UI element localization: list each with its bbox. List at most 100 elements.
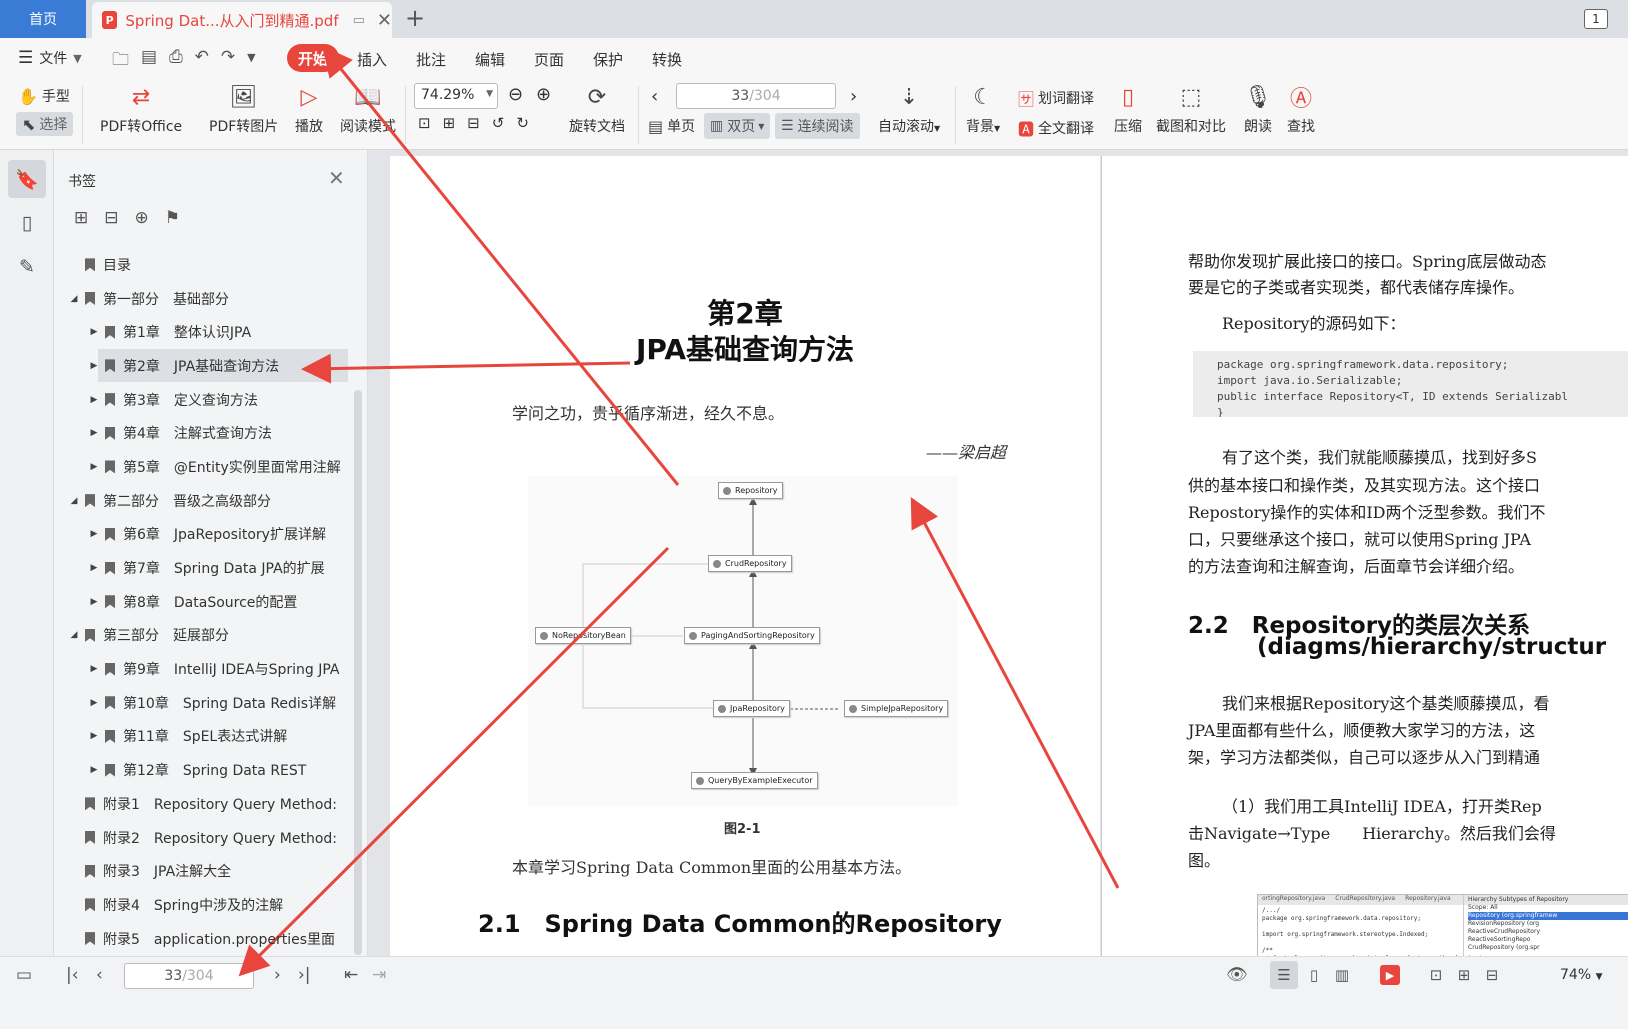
expand-toggle-icon[interactable]: ▶ bbox=[88, 698, 100, 708]
menu-annotate[interactable]: 批注 bbox=[416, 49, 475, 70]
select-tool-button[interactable]: ⬉ 选择 bbox=[16, 112, 74, 136]
rotate-right-icon[interactable]: ↻ bbox=[516, 114, 529, 132]
bookmark-item[interactable]: 附录3 JPA注解大全 bbox=[54, 854, 354, 888]
menu-start[interactable]: 开始 bbox=[287, 44, 339, 72]
last-page-icon[interactable]: ›| bbox=[298, 965, 311, 985]
continuous-view-icon[interactable]: ☰ bbox=[1270, 961, 1298, 989]
menu-page[interactable]: 页面 bbox=[534, 49, 593, 70]
bookmark-item[interactable]: 附录4 Spring中涉及的注解 bbox=[54, 888, 354, 922]
bookmark-item[interactable]: ▶ 第1章 整体认识JPA bbox=[54, 315, 354, 349]
word-translate-button[interactable]: 🈂 划词翻译 bbox=[1018, 86, 1094, 110]
bookmark-panel-icon[interactable]: 🔖 bbox=[8, 160, 46, 198]
bookmark-item[interactable]: ▶ 第11章 SpEL表达式讲解 bbox=[54, 720, 354, 754]
expand-toggle-icon[interactable]: ▶ bbox=[88, 731, 100, 741]
expand-toggle-icon[interactable]: ◢ bbox=[68, 496, 80, 506]
pdf-to-office-button[interactable]: ⇄ PDF转Office bbox=[100, 82, 182, 136]
undo-icon[interactable]: ↶ bbox=[195, 47, 209, 76]
sidebar-toggle-icon[interactable]: ▭ bbox=[16, 965, 32, 985]
bookmark-item[interactable]: ▶ 第6章 JpaRepository扩展详解 bbox=[54, 518, 354, 552]
rotate-document-button[interactable]: ⟳ 旋转文档 bbox=[569, 82, 625, 136]
read-aloud-button[interactable]: 🎙 朗读 bbox=[1243, 82, 1273, 136]
bookmark-item[interactable]: 目录 bbox=[54, 248, 354, 282]
more-dropdown-icon[interactable]: ▼ bbox=[247, 47, 255, 76]
find-button[interactable]: Ⓐ 查找 bbox=[1286, 82, 1316, 136]
tab-document[interactable]: P Spring Dat...从入门到精通.pdf ▭ ✕ bbox=[92, 2, 392, 38]
page-number-input[interactable]: 33/304 bbox=[676, 83, 836, 109]
fit-page-icon[interactable]: ⊞ bbox=[443, 114, 456, 132]
bookmark-item[interactable]: ◢ 第一部分 基础部分 bbox=[54, 282, 354, 316]
bookmark-item[interactable]: ▶ 第12章 Spring Data REST bbox=[54, 753, 354, 787]
continuous-read-button[interactable]: ☰ 连续阅读 bbox=[775, 113, 860, 139]
expand-toggle-icon[interactable]: ▶ bbox=[88, 428, 100, 438]
print-icon[interactable]: ⎙ bbox=[169, 47, 183, 76]
save-icon[interactable]: ▤ bbox=[141, 47, 157, 76]
expand-toggle-icon[interactable]: ▶ bbox=[88, 327, 100, 337]
expand-toggle-icon[interactable]: ▶ bbox=[88, 361, 100, 371]
zoom-select[interactable]: 74.29% ▼ bbox=[414, 83, 498, 109]
pdf-to-image-button[interactable]: 🖼 PDF转图片 bbox=[209, 82, 278, 136]
file-menu[interactable]: ☰ 文件 ▼ bbox=[18, 48, 82, 68]
hand-tool-button[interactable]: ✋ 手型 bbox=[18, 86, 70, 106]
forward-icon[interactable]: ⇥ bbox=[372, 965, 386, 985]
bookmark-item[interactable]: ▶ 第8章 DataSource的配置 bbox=[54, 585, 354, 619]
monitor-icon[interactable]: ▭ bbox=[353, 13, 365, 28]
expand-toggle-icon[interactable]: ◢ bbox=[68, 294, 80, 304]
actual-size-icon[interactable]: ⊡ bbox=[418, 114, 431, 132]
compress-button[interactable]: ▯ 压缩 bbox=[1113, 82, 1143, 136]
status-page-input[interactable]: 33/304 bbox=[124, 963, 254, 989]
play-button[interactable]: ▷ 播放 bbox=[294, 82, 324, 136]
menu-insert[interactable]: 插入 bbox=[357, 49, 416, 70]
single-page-button[interactable]: ▤ 单页 bbox=[648, 116, 695, 136]
close-tab-icon[interactable]: ✕ bbox=[377, 10, 392, 31]
actual-size-icon[interactable]: ⊡ bbox=[1422, 961, 1450, 989]
thumbnail-panel-icon[interactable]: ▯ bbox=[8, 204, 46, 242]
background-button[interactable]: ☾ 背景▼ bbox=[966, 82, 1000, 136]
new-tab-button[interactable]: + bbox=[405, 4, 425, 32]
menu-protect[interactable]: 保护 bbox=[593, 49, 652, 70]
bookmark-item[interactable]: ▶ 第10章 Spring Data Redis详解 bbox=[54, 686, 354, 720]
auto-scroll-button[interactable]: ⇣ 自动滚动▼ bbox=[878, 82, 940, 136]
double-page-button[interactable]: ▥ 双页 ▼ bbox=[704, 113, 771, 139]
expand-toggle-icon[interactable]: ▶ bbox=[88, 395, 100, 405]
bookmark-item[interactable]: ◢ 第三部分 延展部分 bbox=[54, 619, 354, 653]
scrollbar[interactable] bbox=[354, 390, 362, 955]
bookmark-item[interactable]: ▶ 第7章 Spring Data JPA的扩展 bbox=[54, 551, 354, 585]
bookmark-item[interactable]: 附录1 Repository Query Method: bbox=[54, 787, 354, 821]
bookmark-item[interactable]: ▶ 第4章 注解式查询方法 bbox=[54, 416, 354, 450]
bookmark-item[interactable]: ▶ 第5章 @Entity实例里面常用注解 bbox=[54, 450, 354, 484]
expand-toggle-icon[interactable]: ▶ bbox=[88, 765, 100, 775]
close-icon[interactable]: ✕ bbox=[328, 166, 345, 190]
eye-protection-icon[interactable]: 👁 bbox=[1226, 965, 1248, 985]
next-page-icon[interactable]: › bbox=[850, 86, 857, 107]
tab-home[interactable]: 首页 bbox=[0, 0, 86, 38]
menu-edit[interactable]: 编辑 bbox=[475, 49, 534, 70]
next-page-icon[interactable]: › bbox=[274, 965, 281, 985]
screenshot-compare-button[interactable]: ⬚ 截图和对比 bbox=[1156, 82, 1226, 136]
bookmark-item[interactable]: ◢ 第二部分 晋级之高级部分 bbox=[54, 484, 354, 518]
single-page-view-icon[interactable]: ▯ bbox=[1300, 961, 1328, 989]
add-child-bookmark-icon[interactable]: ⊕ bbox=[135, 208, 149, 228]
redo-icon[interactable]: ↷ bbox=[221, 47, 235, 76]
double-page-view-icon[interactable]: ▥ bbox=[1328, 961, 1356, 989]
menu-convert[interactable]: 转换 bbox=[652, 49, 711, 70]
add-bookmark-icon[interactable]: ⊞ bbox=[74, 208, 88, 228]
rotate-left-icon[interactable]: ↺ bbox=[492, 114, 505, 132]
collapse-bookmarks-icon[interactable]: ⊟ bbox=[104, 208, 118, 228]
expand-toggle-icon[interactable]: ▶ bbox=[88, 462, 100, 472]
bookmark-item[interactable]: 附录5 application.properties里面 bbox=[54, 922, 354, 956]
prev-page-icon[interactable]: ‹ bbox=[96, 965, 103, 985]
status-zoom[interactable]: 74% ▼ bbox=[1560, 967, 1603, 983]
play-icon[interactable]: ▶ bbox=[1380, 965, 1400, 985]
fit-width-icon[interactable]: ⊟ bbox=[1478, 961, 1506, 989]
expand-toggle-icon[interactable]: ▶ bbox=[88, 529, 100, 539]
open-folder-icon[interactable]: 🗀 bbox=[112, 47, 129, 76]
expand-toggle-icon[interactable]: ▶ bbox=[88, 597, 100, 607]
first-page-icon[interactable]: |‹ bbox=[66, 965, 79, 985]
zoom-in-icon[interactable]: ⊕ bbox=[536, 84, 551, 105]
expand-toggle-icon[interactable]: ▶ bbox=[88, 664, 100, 674]
expand-toggle-icon[interactable]: ◢ bbox=[68, 630, 80, 640]
bookmark-item[interactable]: 附录2 Repository Query Method: bbox=[54, 821, 354, 855]
prev-page-icon[interactable]: ‹ bbox=[651, 86, 658, 107]
window-count-badge[interactable]: 1 bbox=[1584, 9, 1608, 29]
signature-panel-icon[interactable]: ✎ bbox=[8, 248, 46, 286]
